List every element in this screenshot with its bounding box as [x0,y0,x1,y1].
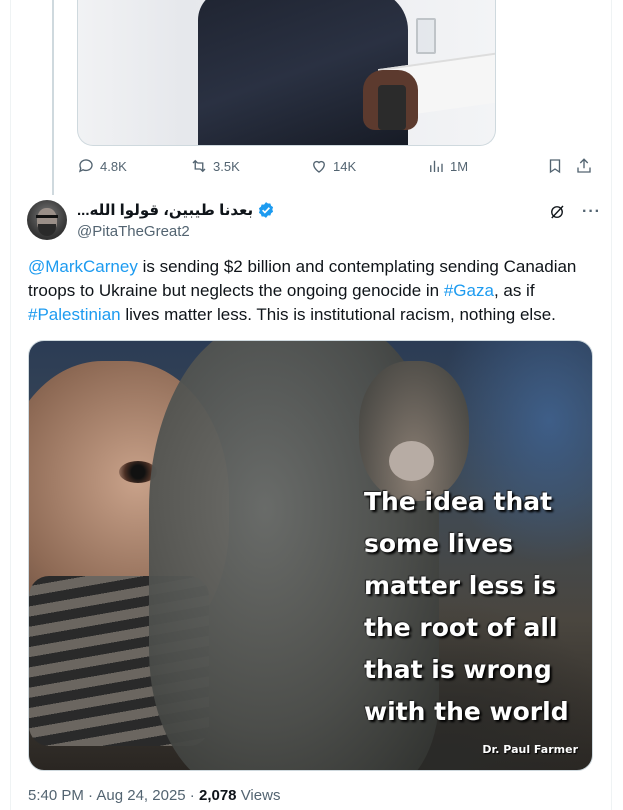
tweet-metadata: 5:40 PM · Aug 24, 2025 · 2,078 Views [28,787,281,804]
more-options-icon[interactable]: ··· [582,203,601,221]
like-button[interactable]: 14K [310,157,356,175]
reply-count: 4.8K [100,158,127,174]
tweet-image[interactable]: The idea that some lives matter less is … [28,340,593,771]
image-quote-author: Dr. Paul Farmer [482,743,578,756]
heart-icon [313,160,325,173]
mention-link[interactable]: @MarkCarney [28,257,138,276]
tweet-header-actions: ··· [548,203,601,221]
reply-button[interactable]: 4.8K [77,157,127,175]
previous-tweet-actions: 4.8K 3.5K 14K 1M [77,157,597,181]
display-name-row[interactable]: بعدنا طيبين، قولوا الله... [77,201,275,219]
quote-line: The idea that [364,487,553,516]
avatar-glasses [36,215,58,220]
user-handle[interactable]: @PitaTheGreat2 [77,223,190,240]
repost-button[interactable]: 3.5K [190,157,240,175]
views-button[interactable]: 1M [427,157,468,175]
previous-tweet-image[interactable] [77,0,496,146]
avatar[interactable] [27,200,67,240]
tweet-date[interactable]: Aug 24, 2025 [96,787,185,804]
like-count: 14K [333,158,357,174]
repost-icon [192,159,206,173]
bookmark-icon [549,159,561,174]
tweet-text-part-2: , as if [493,281,535,300]
reply-icon [78,159,93,173]
views-count: 1M [450,158,469,174]
quote-line: the root of all [364,613,558,642]
share-button[interactable] [575,157,593,175]
tweet-time[interactable]: 5:40 PM [28,787,84,804]
bookmark-button[interactable] [546,157,564,175]
thread-connector-line [52,0,54,195]
image-thumbnail-nail [389,441,434,481]
tweet-text: @MarkCarney is sending $2 billion and co… [28,255,598,327]
display-name[interactable]: بعدنا طيبين، قولوا الله... [77,201,253,219]
quote-line: some lives [364,529,514,558]
hashtag-palestinian[interactable]: #Palestinian [28,305,121,324]
image-quote-text: The idea that some lives matter less is … [364,481,592,733]
verified-badge-icon[interactable] [257,201,275,219]
views-label: Views [240,787,281,804]
views-total: 2,078 [198,787,237,804]
tweet-text-part-3: lives matter less. This is institutional… [120,305,556,324]
share-icon [577,158,591,173]
image-glass [416,18,436,54]
quote-line: that is wrong [364,655,552,684]
quote-line: matter less is [364,571,557,600]
repost-count: 3.5K [213,158,240,174]
quote-line: with the world [364,697,569,726]
analytics-icon [430,160,443,172]
hashtag-gaza[interactable]: #Gaza [444,281,494,300]
grok-icon[interactable] [548,203,566,221]
avatar-beard [38,224,56,236]
image-device [378,85,406,130]
